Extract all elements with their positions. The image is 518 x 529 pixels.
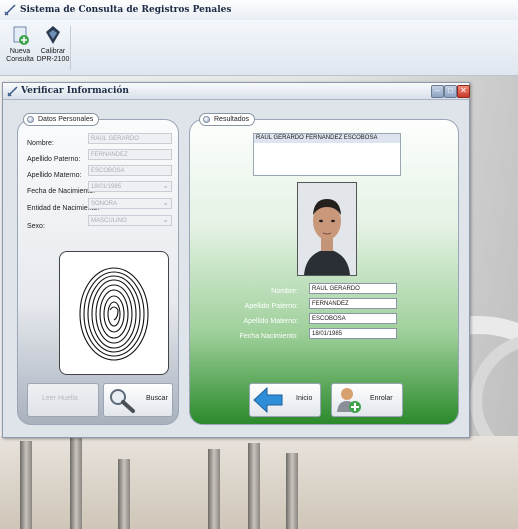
calibrate-button[interactable]: Calibrar DPR-2100 xyxy=(36,24,70,72)
person-photo-image xyxy=(298,183,356,275)
inicio-label: Inicio xyxy=(296,395,313,402)
result-label-apellido-materno: Apellido Materno: xyxy=(243,318,298,325)
verify-window: Verificar Información – □ ✕ Datos Person… xyxy=(2,82,470,438)
tab-bullet-icon xyxy=(27,116,34,123)
calibrate-label: Calibrar DPR-2100 xyxy=(36,48,70,63)
new-query-button[interactable]: Nueva Consulta xyxy=(3,24,37,72)
field-label-nombre: Nombre: xyxy=(27,140,54,147)
tab-results: Resultados xyxy=(199,113,256,126)
result-nombre-field[interactable]: RAUL GERARDO xyxy=(309,283,397,294)
field-label-fecha-nacimiento: Fecha de Nacimiento: xyxy=(27,188,96,195)
result-apellido-paterno-field[interactable]: FERNANDEZ xyxy=(309,298,397,309)
window-title-bar[interactable]: Verificar Información – □ ✕ xyxy=(3,83,470,100)
tab-results-label: Resultados xyxy=(214,116,250,123)
calibrate-icon xyxy=(46,26,60,44)
magnifier-icon xyxy=(110,389,135,413)
window-title: Verificar Información xyxy=(21,86,129,96)
app-logo-icon xyxy=(4,4,16,16)
buscar-label: Buscar xyxy=(146,395,168,402)
minimize-button[interactable]: – xyxy=(431,85,444,98)
field-label-apellido-materno: Apellido Materno: xyxy=(27,172,82,179)
results-list-item[interactable]: RAUL GERARDO FERNANDEZ ESCOBOSA xyxy=(254,134,400,143)
add-user-icon xyxy=(337,388,361,413)
background-pillar xyxy=(70,437,82,529)
background-building xyxy=(0,436,518,529)
background-pillar xyxy=(208,449,220,529)
toolbar: Nueva Consulta Calibrar DPR-2100 xyxy=(0,20,518,76)
nombre-field[interactable]: RAUL GERARDO xyxy=(88,133,172,144)
apellido-materno-field[interactable]: ESCOBOSA xyxy=(88,165,172,176)
inicio-button[interactable]: Inicio xyxy=(249,383,321,417)
background-pillar xyxy=(286,453,298,529)
toolbar-separator xyxy=(70,26,71,70)
enrolar-button[interactable]: Enrolar xyxy=(331,383,403,417)
person-photo xyxy=(297,182,357,276)
tab-personal-data: Datos Personales xyxy=(23,113,100,126)
field-label-apellido-paterno: Apellido Paterno: xyxy=(27,156,81,163)
app-title-bar: Sistema de Consulta de Registros Penales xyxy=(0,0,518,21)
leer-huella-button[interactable]: Leer Huella xyxy=(27,383,99,417)
result-apellido-materno-field[interactable]: ESCOBOSA xyxy=(309,313,397,324)
back-arrow-icon xyxy=(253,387,283,413)
tab-bullet-icon xyxy=(203,116,210,123)
result-label-apellido-paterno: Apellido Paterno: xyxy=(244,303,298,310)
sexo-select[interactable]: MASCULINO xyxy=(88,214,172,226)
new-query-label: Nueva Consulta xyxy=(6,48,34,63)
fecha-nacimiento-select[interactable]: 18/01/1985 xyxy=(88,180,172,192)
result-fecha-nacimiento-field[interactable]: 18/01/1985 xyxy=(309,328,397,339)
results-list[interactable]: RAUL GERARDO FERNANDEZ ESCOBOSA xyxy=(253,133,401,176)
close-button[interactable]: ✕ xyxy=(457,85,470,98)
app-title: Sistema de Consulta de Registros Penales xyxy=(20,5,232,15)
background-pillar xyxy=(118,459,130,529)
fingerprint-frame xyxy=(59,251,169,375)
fingerprint-image xyxy=(79,267,149,361)
result-label-nombre: Nombre: xyxy=(271,288,298,295)
result-label-fecha-nacimiento: Fecha Nacimiento: xyxy=(239,333,298,340)
enrolar-label: Enrolar xyxy=(370,395,393,402)
entidad-nacimiento-select[interactable]: SONORA xyxy=(88,197,172,209)
leer-huella-label: Leer Huella xyxy=(42,395,78,402)
background-pillar xyxy=(20,441,32,529)
background-pillar xyxy=(248,443,260,529)
field-label-sexo: Sexo: xyxy=(27,223,45,230)
tab-personal-data-label: Datos Personales xyxy=(38,116,94,123)
apellido-paterno-field[interactable]: FERNANDEZ xyxy=(88,149,172,160)
window-logo-icon xyxy=(7,86,18,97)
maximize-button[interactable]: □ xyxy=(444,85,457,98)
buscar-button[interactable]: Buscar xyxy=(103,383,173,417)
new-query-icon xyxy=(13,26,29,45)
